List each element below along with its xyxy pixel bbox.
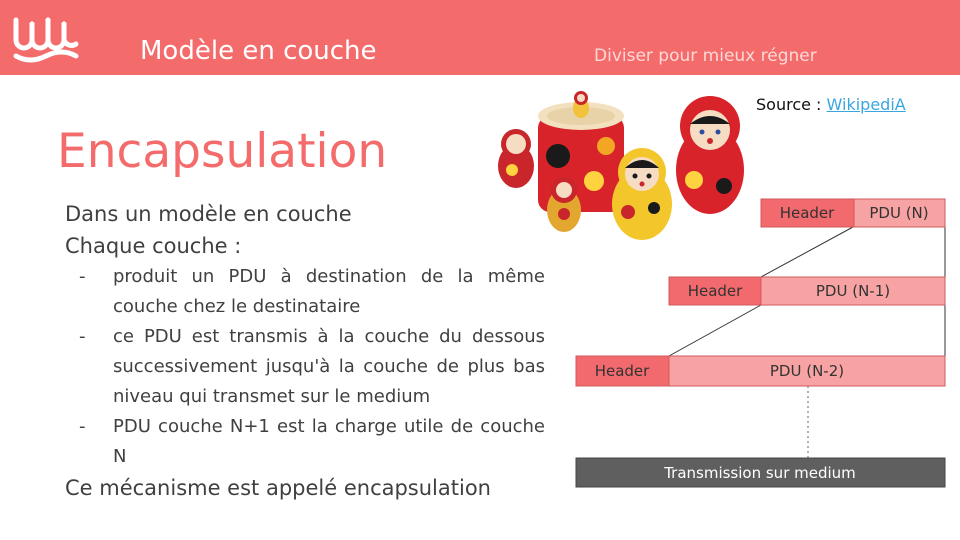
doll-small-left	[498, 129, 534, 188]
source-link[interactable]: WikipediA	[827, 95, 906, 114]
bullet-text: produit un PDU à destination de la même …	[113, 266, 545, 317]
transmission-block	[575, 457, 946, 488]
header-label: Header	[595, 362, 650, 380]
bullet-marker: -	[79, 416, 86, 437]
header-block	[575, 355, 670, 387]
page-title: Encapsulation	[57, 124, 388, 179]
conclusion-line: Ce mécanisme est appelé encapsulation	[65, 476, 491, 500]
list-item: - ce PDU est transmis à la couche du dess…	[65, 322, 545, 412]
header-bar: Modèle en couche Diviser pour mieux régn…	[0, 0, 960, 75]
list-item: - PDU couche N+1 est la charge utile de c…	[65, 412, 545, 472]
transmission-bar: Transmission sur medium	[575, 457, 946, 488]
header-title: Modèle en couche	[140, 36, 377, 66]
pdu-label: PDU (N-2)	[770, 362, 844, 380]
bullet-list: - produit un PDU à destination de la même…	[65, 262, 545, 472]
pdu-block	[853, 198, 946, 228]
header-label: Header	[780, 204, 835, 222]
doll-small-front	[547, 177, 581, 232]
pdu-label: PDU (N-1)	[816, 282, 890, 300]
doll-tiny-top	[573, 91, 589, 118]
source-label: Source :	[756, 95, 822, 114]
doll-open-body	[538, 102, 624, 212]
pdu-label: PDU (N)	[869, 204, 928, 222]
header-block	[668, 276, 762, 306]
pdu-block	[760, 276, 946, 306]
bullet-marker: -	[79, 266, 86, 287]
header-block	[760, 198, 855, 228]
bullet-text: PDU couche N+1 est la charge utile de co…	[113, 416, 545, 467]
intro-line-2: Chaque couche :	[65, 234, 242, 258]
doll-large-right	[676, 96, 744, 214]
doll-yellow	[612, 148, 672, 240]
layer-n-1: Header PDU (N-1)	[668, 276, 946, 306]
logo-icon	[13, 17, 79, 63]
layer-n: Header PDU (N)	[760, 198, 946, 228]
layer-n-2: Header PDU (N-2)	[575, 355, 946, 387]
bullet-text: ce PDU est transmis à la couche du desso…	[113, 326, 545, 407]
header-label: Header	[688, 282, 743, 300]
list-item: - produit un PDU à destination de la même…	[65, 262, 545, 322]
header-subtitle: Diviser pour mieux régner	[594, 46, 817, 66]
intro-line: Dans un modèle en couche	[65, 202, 352, 226]
connector-lines	[668, 226, 946, 458]
source-credit: Source : WikipediA	[756, 95, 906, 114]
bullet-marker: -	[79, 326, 86, 347]
pdu-block	[668, 355, 946, 387]
body-text: Dans un modèle en couche Chaque couche :…	[65, 198, 545, 504]
matryoshka-dolls-image	[498, 91, 744, 240]
transmission-label: Transmission sur medium	[663, 464, 856, 482]
